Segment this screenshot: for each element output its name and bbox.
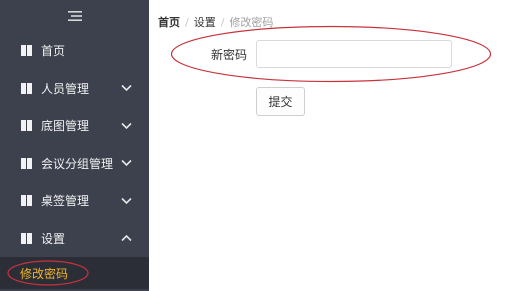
breadcrumb: 首页 / 设置 / 修改密码 xyxy=(158,14,273,30)
breadcrumb-separator: / xyxy=(220,16,225,29)
sidebar-item-label: 会议分组管理 xyxy=(41,156,114,171)
chevron-down-icon xyxy=(121,122,132,130)
square-icon xyxy=(21,232,32,244)
sidebar-item-label: 首页 xyxy=(41,44,66,59)
breadcrumb-separator: / xyxy=(185,16,189,29)
chevron-down-icon xyxy=(121,159,132,167)
chevron-up-icon xyxy=(121,234,132,242)
submit-button[interactable]: 提交 xyxy=(256,87,305,116)
chevron-down-icon xyxy=(121,84,132,92)
sidebar-item-basemap[interactable]: 底图管理 xyxy=(0,107,149,145)
sidebar-item-label: 设置 xyxy=(41,231,66,246)
breadcrumb-home[interactable]: 首页 xyxy=(158,16,180,29)
main-content: 首页 / 设置 / 修改密码 新密码 提交 xyxy=(149,0,525,291)
square-icon xyxy=(21,157,32,169)
sidebar-item-meeting-groups[interactable]: 会议分组管理 xyxy=(0,145,149,183)
sidebar-item-personnel[interactable]: 人员管理 xyxy=(0,70,149,108)
sidebar-toggle[interactable] xyxy=(0,0,149,32)
breadcrumb-settings[interactable]: 设置 xyxy=(194,16,216,29)
sidebar-subitem-label: 修改密码 xyxy=(20,266,69,281)
sidebar-item-table-signs[interactable]: 桌签管理 xyxy=(0,182,149,220)
sidebar-item-label: 人员管理 xyxy=(41,81,90,96)
square-icon xyxy=(21,120,32,132)
square-icon xyxy=(21,45,32,57)
sidebar-item-home[interactable]: 首页 xyxy=(0,32,149,70)
new-password-input[interactable] xyxy=(256,40,452,68)
square-icon xyxy=(21,82,32,94)
sidebar-subitem-change-password[interactable]: 修改密码 xyxy=(0,257,149,289)
square-icon xyxy=(21,195,32,207)
new-password-label: 新密码 xyxy=(211,48,248,62)
sidebar-item-label: 底图管理 xyxy=(41,119,90,134)
breadcrumb-current: 修改密码 xyxy=(229,16,274,29)
chevron-down-icon xyxy=(121,197,132,205)
sidebar-item-settings[interactable]: 设置 xyxy=(0,220,149,258)
sidebar-item-label: 桌签管理 xyxy=(41,194,90,209)
hamburger-menu-icon[interactable] xyxy=(67,11,82,21)
sidebar: 首页 人员管理 底图管理 会议分组管理 桌签管理 设置 修改密码 xyxy=(0,0,149,291)
